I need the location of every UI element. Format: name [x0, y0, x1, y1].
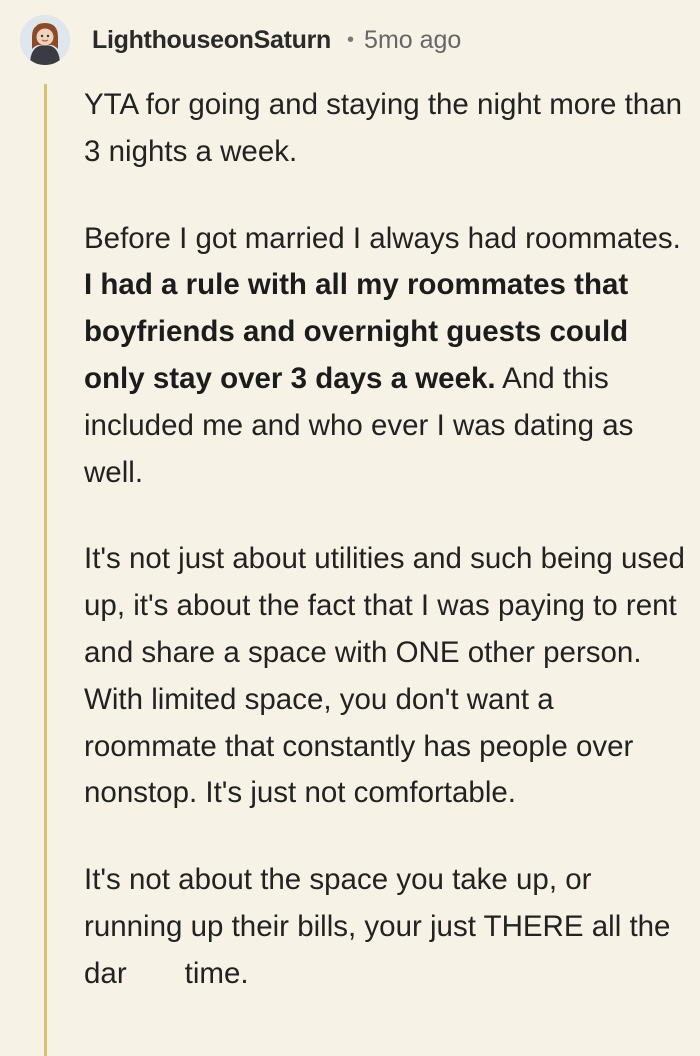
paragraph-2-text-start: Before I got married I always had roomma… [84, 221, 681, 255]
comment-timestamp: 5mo ago [364, 25, 462, 54]
comment-header: LighthouseonSaturn • 5mo ago [20, 12, 461, 68]
comment-paragraph-4: It's not about the space you take up, or… [84, 857, 690, 997]
user-avatar-icon[interactable] [20, 15, 70, 65]
comment-body: YTA for going and staying the night more… [84, 82, 690, 998]
meta-separator: • [347, 28, 355, 51]
comment-paragraph-3: It's not just about utilities and such b… [84, 542, 685, 810]
paragraph-4-text-end: time. [184, 956, 249, 990]
thread-line[interactable] [44, 84, 47, 1056]
comment-paragraph-1: YTA for going and staying the night more… [84, 88, 683, 168]
paragraph-4-text-start: It's not about the space you take up, or… [84, 863, 671, 990]
comment-author[interactable]: LighthouseonSaturn [92, 26, 331, 55]
comment-paragraph-2: Before I got married I always had roomma… [84, 216, 690, 497]
comment: LighthouseonSaturn • 5mo ago YTA for goi… [0, 0, 700, 1056]
